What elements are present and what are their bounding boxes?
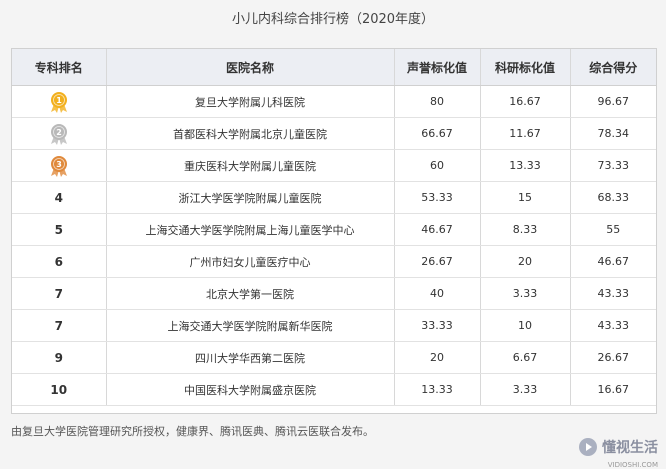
research-score-cell: 8.33 <box>480 213 571 246</box>
rank-cell: 7 <box>12 309 107 342</box>
table-row: 5 上海交通大学医学院附属上海儿童医学中心 46.67 8.33 55 <box>12 213 656 246</box>
research-score-cell: 10 <box>480 309 571 342</box>
ranking-table: 专科排名 医院名称 声誉标化值 科研标化值 综合得分 1 复旦大学附属儿科医院 80… <box>12 49 656 406</box>
column-header-score: 综合得分 <box>570 49 656 86</box>
silver-medal-icon: 2 <box>50 123 67 145</box>
rank-cell: 7 <box>12 277 107 310</box>
column-header-reputation: 声誉标化值 <box>394 49 481 86</box>
reputation-score-cell: 66.67 <box>394 117 481 150</box>
hospital-name-cell: 中国医科大学附属盛京医院 <box>106 373 395 406</box>
rank-cell: 5 <box>12 213 107 246</box>
brand-name: 懂视生活 <box>602 440 658 456</box>
research-score-cell: 11.67 <box>480 117 571 150</box>
total-score-cell: 43.33 <box>570 277 656 310</box>
total-score-cell: 78.34 <box>570 117 656 150</box>
column-header-research: 科研标化值 <box>480 49 571 86</box>
total-score-cell: 55 <box>570 213 656 246</box>
hospital-name-cell: 北京大学第一医院 <box>106 277 395 310</box>
total-score-cell: 43.33 <box>570 309 656 342</box>
total-score-cell: 16.67 <box>570 373 656 406</box>
brand-play-icon <box>579 438 597 456</box>
rank-cell: 4 <box>12 181 107 214</box>
hospital-name-cell: 首都医科大学附属北京儿童医院 <box>106 117 395 150</box>
hospital-name-cell: 重庆医科大学附属儿童医院 <box>106 149 395 182</box>
table-header-row: 专科排名 医院名称 声誉标化值 科研标化值 综合得分 <box>12 49 656 86</box>
rank-cell: 2 <box>12 117 107 150</box>
gold-medal-icon: 1 <box>50 91 67 113</box>
hospital-name-cell: 上海交通大学医学院附属新华医院 <box>106 309 395 342</box>
total-score-cell: 26.67 <box>570 341 656 374</box>
research-score-cell: 16.67 <box>480 85 571 118</box>
reputation-score-cell: 13.33 <box>394 373 481 406</box>
column-header-rank: 专科排名 <box>12 49 107 86</box>
table-row: 7 北京大学第一医院 40 3.33 43.33 <box>12 277 656 310</box>
reputation-score-cell: 33.33 <box>394 309 481 342</box>
rank-cell: 6 <box>12 245 107 278</box>
hospital-name-cell: 广州市妇女儿童医疗中心 <box>106 245 395 278</box>
table-row: 3 重庆医科大学附属儿童医院 60 13.33 73.33 <box>12 149 656 182</box>
rank-cell: 9 <box>12 341 107 374</box>
column-header-hospital: 医院名称 <box>106 49 395 86</box>
total-score-cell: 96.67 <box>570 85 656 118</box>
medal-number: 2 <box>56 128 62 137</box>
medal-number: 1 <box>56 96 62 105</box>
total-score-cell: 46.67 <box>570 245 656 278</box>
reputation-score-cell: 26.67 <box>394 245 481 278</box>
hospital-name-cell: 复旦大学附属儿科医院 <box>106 85 395 118</box>
total-score-cell: 73.33 <box>570 149 656 182</box>
reputation-score-cell: 53.33 <box>394 181 481 214</box>
table-title: 小儿内科综合排行榜（2020年度） <box>231 12 435 27</box>
table-row: 7 上海交通大学医学院附属新华医院 33.33 10 43.33 <box>12 309 656 342</box>
research-score-cell: 6.67 <box>480 341 571 374</box>
rank-cell: 10 <box>12 373 107 406</box>
reputation-score-cell: 80 <box>394 85 481 118</box>
total-score-cell: 68.33 <box>570 181 656 214</box>
table-row: 4 浙江大学医学院附属儿童医院 53.33 15 68.33 <box>12 181 656 214</box>
table-row: 2 首都医科大学附属北京儿童医院 66.67 11.67 78.34 <box>12 117 656 150</box>
table-row: 10 中国医科大学附属盛京医院 13.33 3.33 16.67 <box>12 373 656 406</box>
reputation-score-cell: 20 <box>394 341 481 374</box>
table-row: 9 四川大学华西第二医院 20 6.67 26.67 <box>12 341 656 374</box>
hospital-name-cell: 四川大学华西第二医院 <box>106 341 395 374</box>
table-row: 1 复旦大学附属儿科医院 80 16.67 96.67 <box>12 85 656 118</box>
ranking-table-container: 专科排名 医院名称 声誉标化值 科研标化值 综合得分 1 复旦大学附属儿科医院 80… <box>11 48 657 414</box>
medal-number: 3 <box>56 160 62 169</box>
hospital-name-cell: 上海交通大学医学院附属上海儿童医学中心 <box>106 213 395 246</box>
hospital-name-cell: 浙江大学医学院附属儿童医院 <box>106 181 395 214</box>
source-note: 由复旦大学医院管理研究所授权，健康界、腾讯医典、腾讯云医联合发布。 <box>11 425 374 438</box>
reputation-score-cell: 40 <box>394 277 481 310</box>
table-row: 6 广州市妇女儿童医疗中心 26.67 20 46.67 <box>12 245 656 278</box>
reputation-score-cell: 46.67 <box>394 213 481 246</box>
brand-logo: 懂视生活 <box>578 435 658 459</box>
brand-domain: VIDIOSHI.COM <box>607 461 658 469</box>
research-score-cell: 3.33 <box>480 373 571 406</box>
rank-cell: 3 <box>12 149 107 182</box>
reputation-score-cell: 60 <box>394 149 481 182</box>
rank-cell: 1 <box>12 85 107 118</box>
research-score-cell: 13.33 <box>480 149 571 182</box>
research-score-cell: 3.33 <box>480 277 571 310</box>
bronze-medal-icon: 3 <box>50 155 67 177</box>
research-score-cell: 15 <box>480 181 571 214</box>
research-score-cell: 20 <box>480 245 571 278</box>
